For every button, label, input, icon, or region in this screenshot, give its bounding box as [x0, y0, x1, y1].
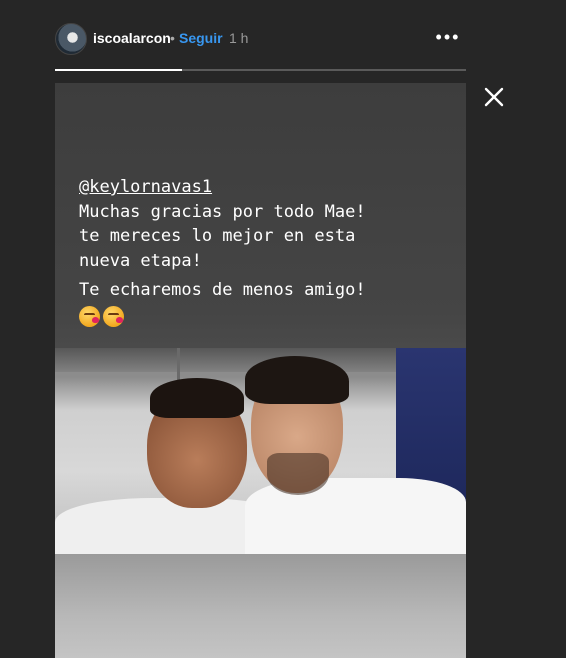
more-options-icon[interactable]: ••• [433, 26, 463, 48]
right-player-beard [267, 453, 329, 495]
story-bottom-fade [55, 554, 466, 658]
story-caption: @keylornavas1 Muchas gracias por todo Ma… [79, 175, 449, 329]
caption-line: nueva etapa! [79, 250, 202, 271]
mention-link[interactable]: @keylornavas1 [79, 175, 449, 200]
story-frame[interactable]: @keylornavas1 Muchas gracias por todo Ma… [55, 83, 466, 658]
caption-line: te mereces lo mejor en esta [79, 226, 356, 246]
story-photo [55, 348, 466, 554]
emoji-row [79, 305, 449, 330]
kissing-face-icon [79, 306, 100, 327]
post-time: 1 h [229, 30, 249, 46]
kissing-face-icon [103, 306, 124, 327]
caption-line: Muchas gracias por todo Mae! [79, 201, 366, 222]
left-player-hair [150, 378, 244, 418]
caption-line: Te echaremos de menos amigo! [79, 280, 366, 300]
follow-button[interactable]: Seguir [179, 30, 223, 46]
user-avatar[interactable] [55, 23, 87, 55]
story-progress-fill [55, 69, 183, 71]
username-link[interactable]: iscoalarcon [93, 30, 171, 46]
story-header: iscoalarcon • Seguir 1 h ••• [0, 0, 566, 70]
separator-dot: • [170, 30, 175, 46]
story-progress-bar [55, 69, 466, 71]
right-player-hair [245, 356, 349, 404]
close-icon[interactable] [481, 84, 507, 110]
